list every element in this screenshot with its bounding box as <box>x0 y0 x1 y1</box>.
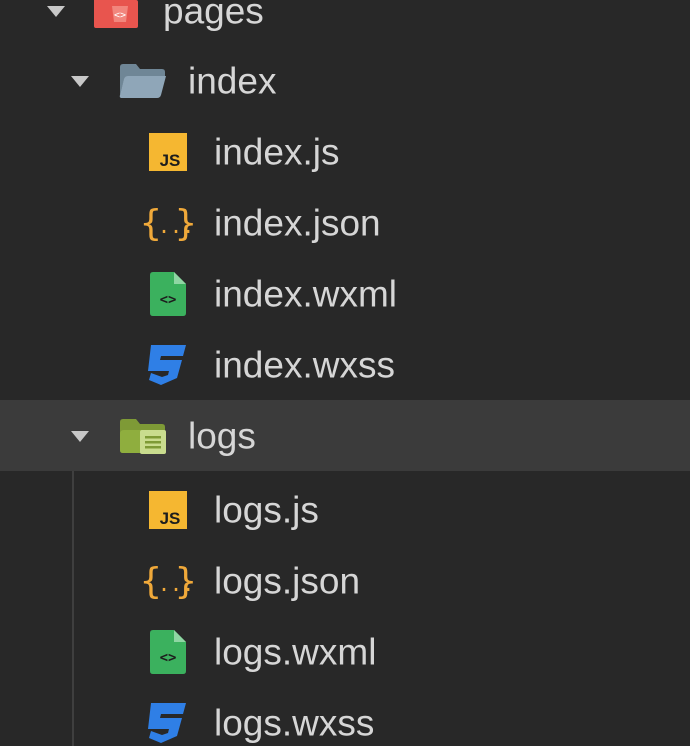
json-file-icon: { ... } <box>140 561 196 602</box>
chevron-down-icon[interactable] <box>68 428 92 444</box>
svg-text:JS: JS <box>160 509 181 528</box>
json-file-icon: { ... } <box>140 203 196 244</box>
js-file-icon: JS <box>149 490 187 529</box>
file-label: logs.wxss <box>214 702 375 743</box>
tree-row-file[interactable]: JS index.js <box>0 116 690 187</box>
svg-text:<>: <> <box>160 650 177 666</box>
chevron-down-icon[interactable] <box>68 73 92 89</box>
tree-row-logs[interactable]: logs <box>0 400 690 471</box>
folder-open-icon <box>119 63 166 98</box>
tree-row-file[interactable]: JS logs.js <box>0 474 690 545</box>
tree-row-file[interactable]: <> logs.wxml <box>0 616 690 687</box>
tree-row-pages[interactable]: <> pages <box>0 0 690 46</box>
folder-label-pages: pages <box>163 0 264 31</box>
file-explorer-tree: <> pages index JS index.js { ... } index… <box>0 0 690 746</box>
folder-label-index: index <box>188 60 277 101</box>
tree-row-file[interactable]: index.wxss <box>0 329 690 400</box>
folder-label-logs: logs <box>188 415 256 456</box>
tree-row-index[interactable]: index <box>0 45 690 116</box>
file-label: logs.wxml <box>214 631 377 672</box>
wxss-file-icon <box>148 702 186 743</box>
tree-row-file[interactable]: { ... } index.json <box>0 187 690 258</box>
wxml-file-icon: <> <box>150 271 186 316</box>
chevron-down-icon[interactable] <box>44 3 68 19</box>
tree-row-file[interactable]: logs.wxss <box>0 687 690 746</box>
tree-row-file[interactable]: { ... } logs.json <box>0 545 690 616</box>
wxss-file-icon <box>148 344 186 385</box>
svg-text:<>: <> <box>160 292 177 308</box>
file-label: logs.json <box>214 560 361 601</box>
tree-row-file[interactable]: <> index.wxml <box>0 258 690 329</box>
folder-open-icon <box>120 418 166 454</box>
wxml-file-icon: <> <box>150 629 186 674</box>
svg-text:}: } <box>175 561 196 602</box>
file-label: index.js <box>214 131 340 172</box>
svg-text:JS: JS <box>160 151 181 170</box>
svg-text:}: } <box>175 203 196 244</box>
file-label: index.wxml <box>214 273 397 314</box>
file-label: index.wxss <box>214 344 395 385</box>
svg-text:<>: <> <box>114 10 126 21</box>
file-label: logs.js <box>214 489 319 530</box>
pages-folder-icon: <> <box>94 0 138 28</box>
js-file-icon: JS <box>149 132 187 171</box>
file-label: index.json <box>214 202 381 243</box>
